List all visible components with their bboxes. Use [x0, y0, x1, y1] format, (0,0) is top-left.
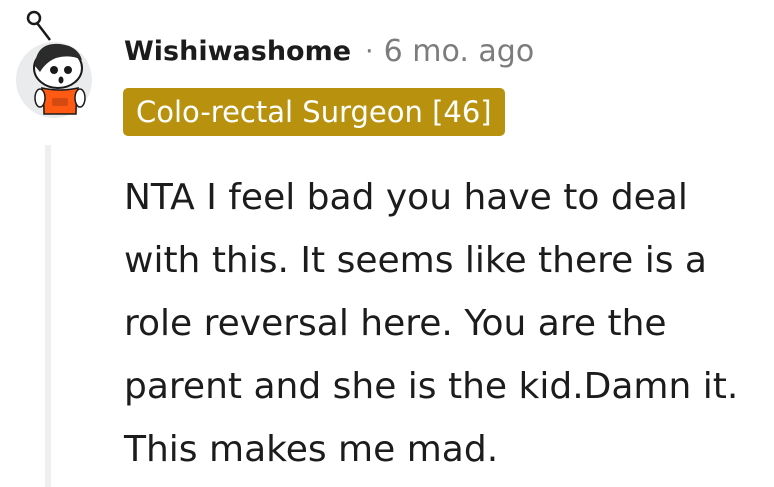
snoo-avatar-icon: [16, 10, 92, 118]
user-avatar[interactable]: [10, 10, 98, 118]
username-link[interactable]: Wishiwashome: [124, 36, 351, 67]
timestamp[interactable]: 6 mo. ago: [384, 34, 535, 69]
comment-body: NTA I feel bad you have to deal with thi…: [124, 166, 764, 481]
comment-header: Wishiwashome · 6 mo. ago: [124, 28, 534, 74]
user-flair: Colo-rectal Surgeon [46]: [123, 88, 505, 136]
comment-text: NTA I feel bad you have to deal with thi…: [124, 177, 739, 470]
thread-line[interactable]: [45, 145, 51, 487]
separator-dot: ·: [365, 35, 374, 67]
